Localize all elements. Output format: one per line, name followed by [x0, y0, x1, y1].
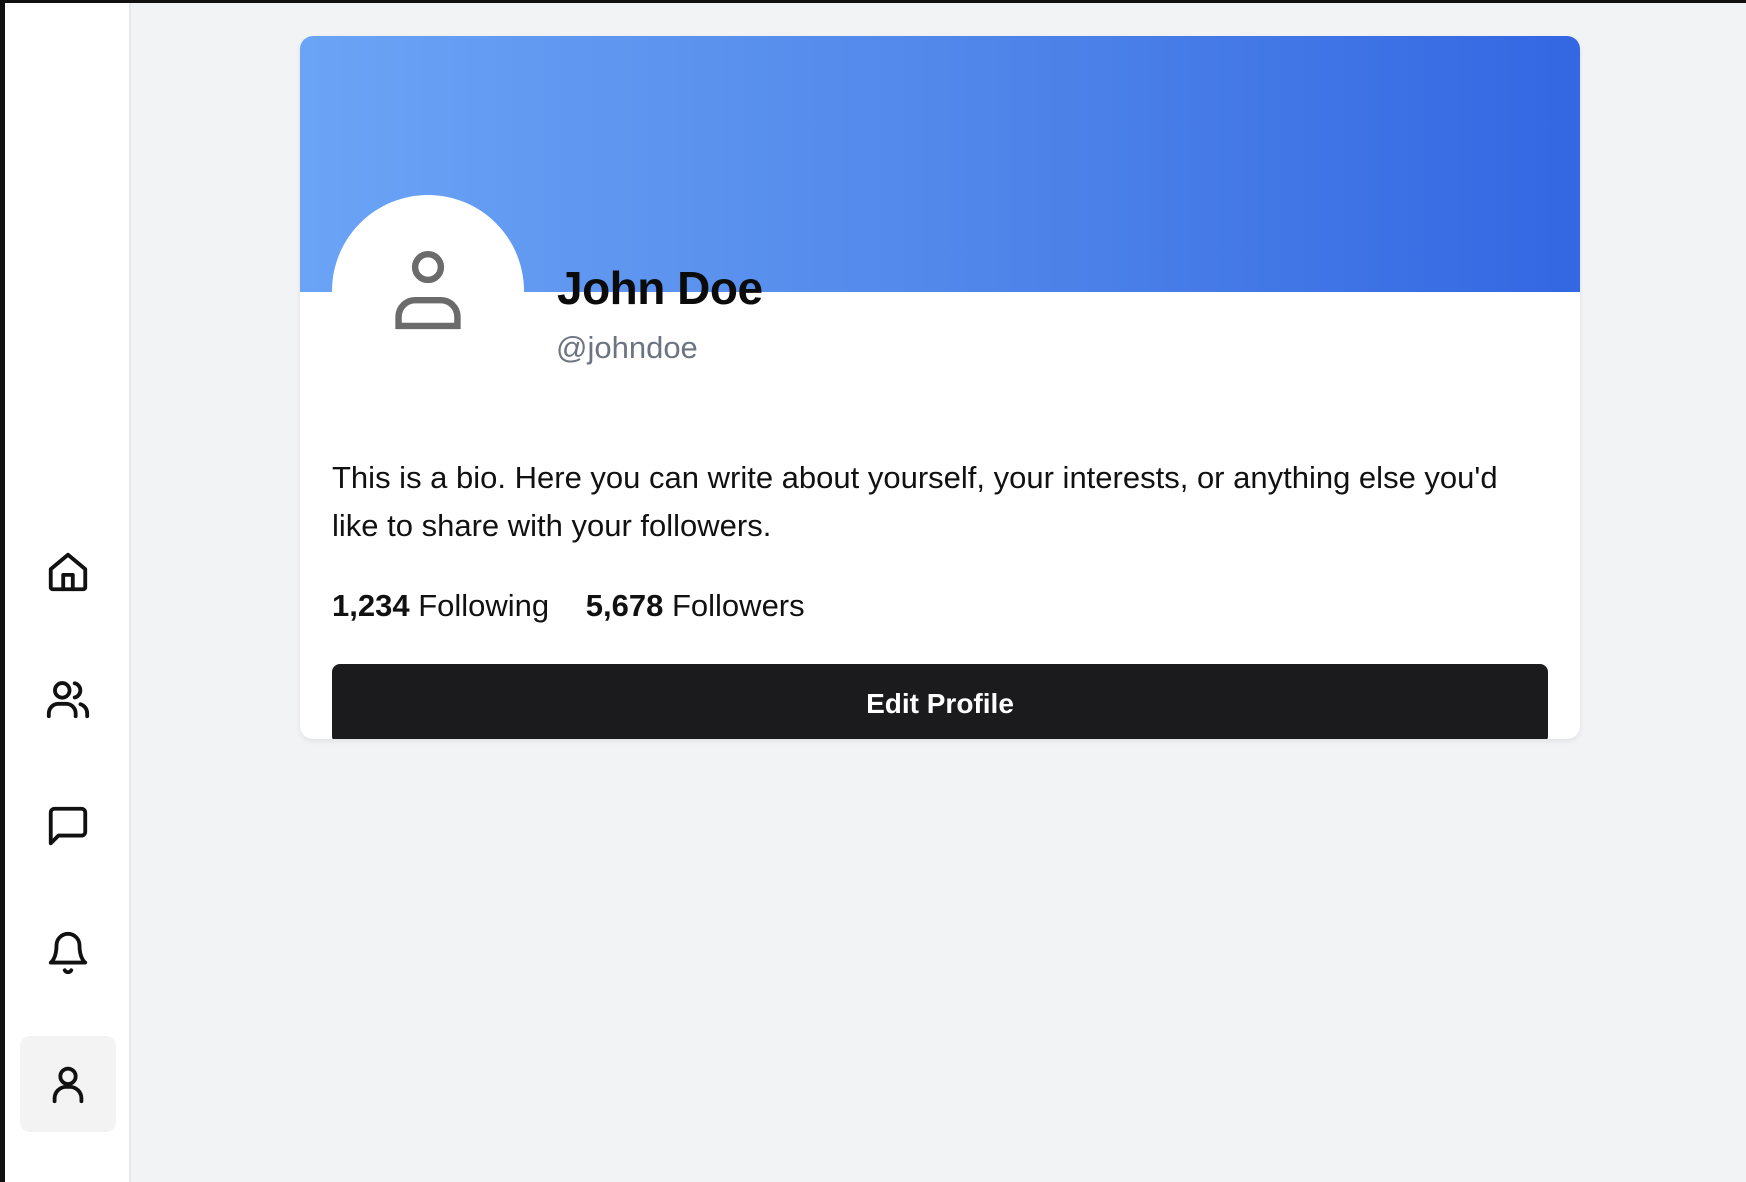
profile-bio: This is a bio. Here you can write about …	[332, 460, 1498, 543]
message-square-icon	[48, 806, 88, 846]
users-icon	[46, 681, 90, 719]
sidebar-item-messages[interactable]	[20, 778, 116, 874]
profile-stats: 1,234 Following 5,678 Followers	[332, 586, 833, 626]
sidebar-item-home[interactable]	[20, 524, 116, 620]
followers-label: Followers	[671, 588, 805, 623]
sidebar	[5, 3, 131, 1182]
edit-profile-button[interactable]: Edit Profile	[332, 664, 1548, 739]
profile-handle: @johndoe	[556, 330, 698, 365]
profile-card: John Doe @johndoe This is a bio. Here yo…	[300, 36, 1580, 739]
user-icon	[395, 250, 461, 330]
following-stat[interactable]: 1,234 Following	[332, 586, 549, 626]
followers-stat[interactable]: 5,678 Followers	[586, 586, 805, 626]
followers-count: 5,678	[585, 588, 664, 623]
user-icon	[52, 1066, 84, 1104]
sidebar-item-profile[interactable]	[20, 1036, 116, 1132]
home-icon	[48, 552, 88, 592]
bell-icon	[48, 932, 88, 975]
sidebar-item-friends[interactable]	[20, 651, 116, 747]
profile-name: John Doe	[557, 262, 763, 314]
window-top-border	[0, 0, 1746, 3]
sidebar-item-notifications[interactable]	[20, 905, 116, 1001]
avatar[interactable]	[332, 195, 524, 387]
following-count: 1,234	[332, 588, 410, 623]
following-label: Following	[418, 588, 550, 623]
